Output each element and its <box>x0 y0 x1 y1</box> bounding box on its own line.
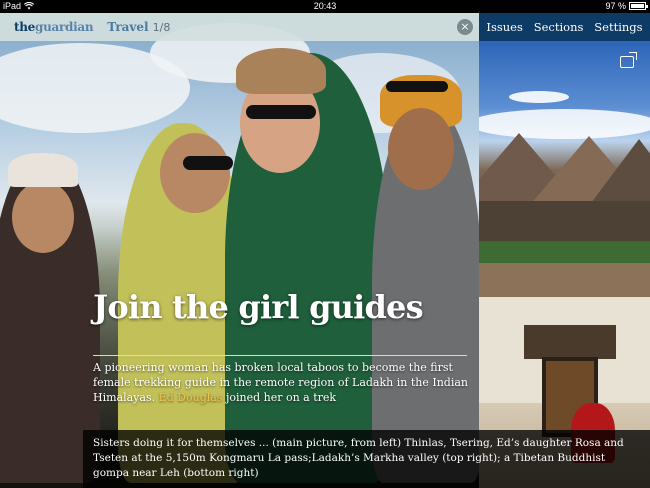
markha-valley-photo[interactable] <box>479 41 650 263</box>
standfirst-tail: joined her on a trek <box>222 391 337 404</box>
battery-icon <box>629 2 648 10</box>
battery-group: 97 % <box>605 1 648 11</box>
nav-issues[interactable]: Issues <box>486 20 522 34</box>
top-bar: theguardian Travel 1/8 × <box>0 13 479 41</box>
status-time: 20:43 <box>313 1 337 11</box>
guardian-logo[interactable]: theguardian <box>14 20 94 34</box>
byline-link[interactable]: Ed Douglas <box>159 391 223 404</box>
article-headline[interactable]: Join the girl guides <box>93 288 424 326</box>
logo-the: the <box>14 20 36 34</box>
photo-caption: Sisters doing it for themselves ... (mai… <box>83 430 650 488</box>
nav-sections[interactable]: Sections <box>534 20 584 34</box>
status-bar: iPad 20:43 97 % <box>0 0 650 13</box>
hero-photo[interactable] <box>0 13 479 488</box>
right-nav: Issues Sections Settings <box>479 13 650 41</box>
section-label[interactable]: Travel <box>107 20 148 34</box>
nav-settings[interactable]: Settings <box>594 20 642 34</box>
logo-guardian: guardian <box>35 20 94 34</box>
page-counter: 1/8 <box>152 20 171 34</box>
close-icon[interactable]: × <box>457 19 473 35</box>
share-icon[interactable] <box>620 56 634 68</box>
headline-divider <box>93 355 467 356</box>
article-standfirst: A pioneering woman has broken local tabo… <box>93 360 473 405</box>
battery-percent: 97 % <box>605 1 626 11</box>
